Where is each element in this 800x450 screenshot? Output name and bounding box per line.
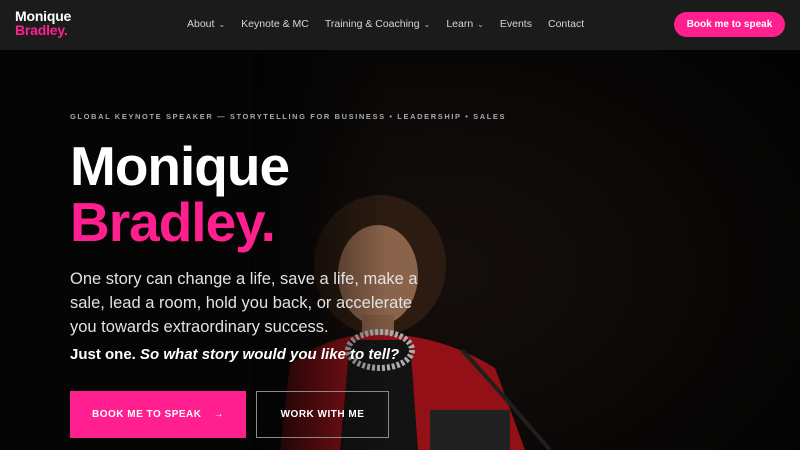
arrow-right-icon: → <box>213 409 224 420</box>
hero-lead-text: One story can change a life, save a life… <box>70 270 418 336</box>
nav-item-label: Learn <box>446 18 474 30</box>
nav-item-label: Training & Coaching <box>324 18 420 30</box>
hero-eyebrow: GLOBAL KEYNOTE SPEAKER — STORYTELLING FO… <box>70 112 507 121</box>
hero-title-last-name: Bradley. <box>70 191 276 253</box>
nav-item-contact[interactable]: Contact <box>548 18 584 30</box>
tagline-plain: Just one. <box>70 346 136 363</box>
book-me-to-speak-label: BOOK ME TO SPEAK <box>92 409 202 420</box>
nav-item-keynote-mc[interactable]: Keynote & MC <box>241 18 309 30</box>
work-with-me-button[interactable]: WORK WITH ME <box>256 391 389 438</box>
nav-item-events[interactable]: Events <box>500 18 532 30</box>
chevron-down-icon: ⌄ <box>477 19 484 29</box>
top-navigation: Monique Bradley. About ⌄ Keynote & MC Train… <box>0 0 800 50</box>
nav-item-learn[interactable]: Learn ⌄ <box>446 18 484 30</box>
logo-last-name: Bradley. <box>15 22 68 38</box>
nav-item-about[interactable]: About ⌄ <box>187 18 225 30</box>
hero-title: Monique Bradley. <box>70 135 290 253</box>
chevron-down-icon: ⌄ <box>423 19 431 29</box>
nav-item-label: About <box>187 18 215 30</box>
book-me-to-speak-button[interactable]: BOOK ME TO SPEAK → <box>70 391 246 438</box>
site-logo[interactable]: Monique Bradley. <box>15 9 71 37</box>
nav-item-label: Contact <box>547 18 585 30</box>
chevron-down-icon: ⌄ <box>218 19 226 29</box>
logo-first-name: Monique <box>15 8 72 24</box>
book-me-to-speak-nav-button[interactable]: Book me to speak <box>674 12 785 37</box>
hero-title-first-name: Monique <box>70 135 290 197</box>
tagline-italic: So what story would you like to tell? <box>140 346 400 363</box>
nav-item-label: Events <box>499 18 532 30</box>
main-menu: About ⌄ Keynote & MC Training & Coaching ⌄ Le… <box>187 18 600 30</box>
hero-tagline: Just one. So what story would you like t… <box>70 346 399 363</box>
speaker-photo <box>250 50 800 450</box>
nav-item-training-coaching[interactable]: Training & Coaching ⌄ <box>325 18 430 30</box>
nav-item-label: Keynote & MC <box>241 18 309 30</box>
